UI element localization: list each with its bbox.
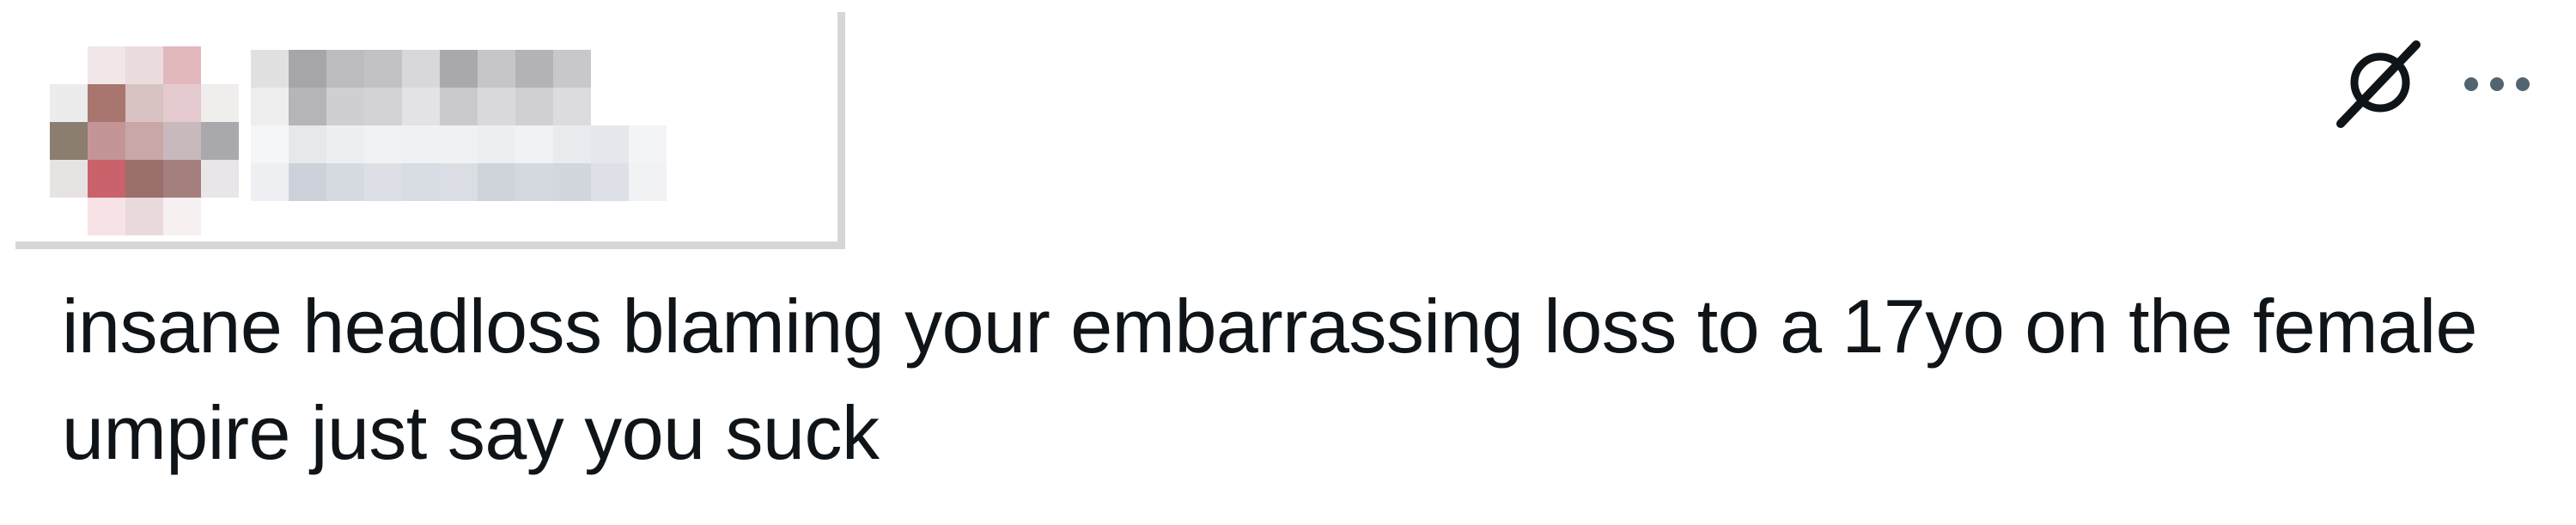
more-dot bbox=[2490, 77, 2504, 91]
redacted-author-header bbox=[15, 12, 845, 249]
more-dot bbox=[2464, 77, 2478, 91]
post-actions bbox=[2334, 38, 2530, 131]
grok-icon-graphic bbox=[2336, 40, 2421, 128]
grok-icon[interactable] bbox=[2334, 38, 2427, 131]
post-text: insane headloss blaming your embarrassin… bbox=[62, 284, 2498, 475]
pixelated-author-image bbox=[50, 46, 667, 235]
more-dot bbox=[2516, 77, 2530, 91]
more-horizontal-icon[interactable] bbox=[2464, 71, 2530, 97]
post: insane headloss blaming your embarrassin… bbox=[0, 0, 2576, 525]
